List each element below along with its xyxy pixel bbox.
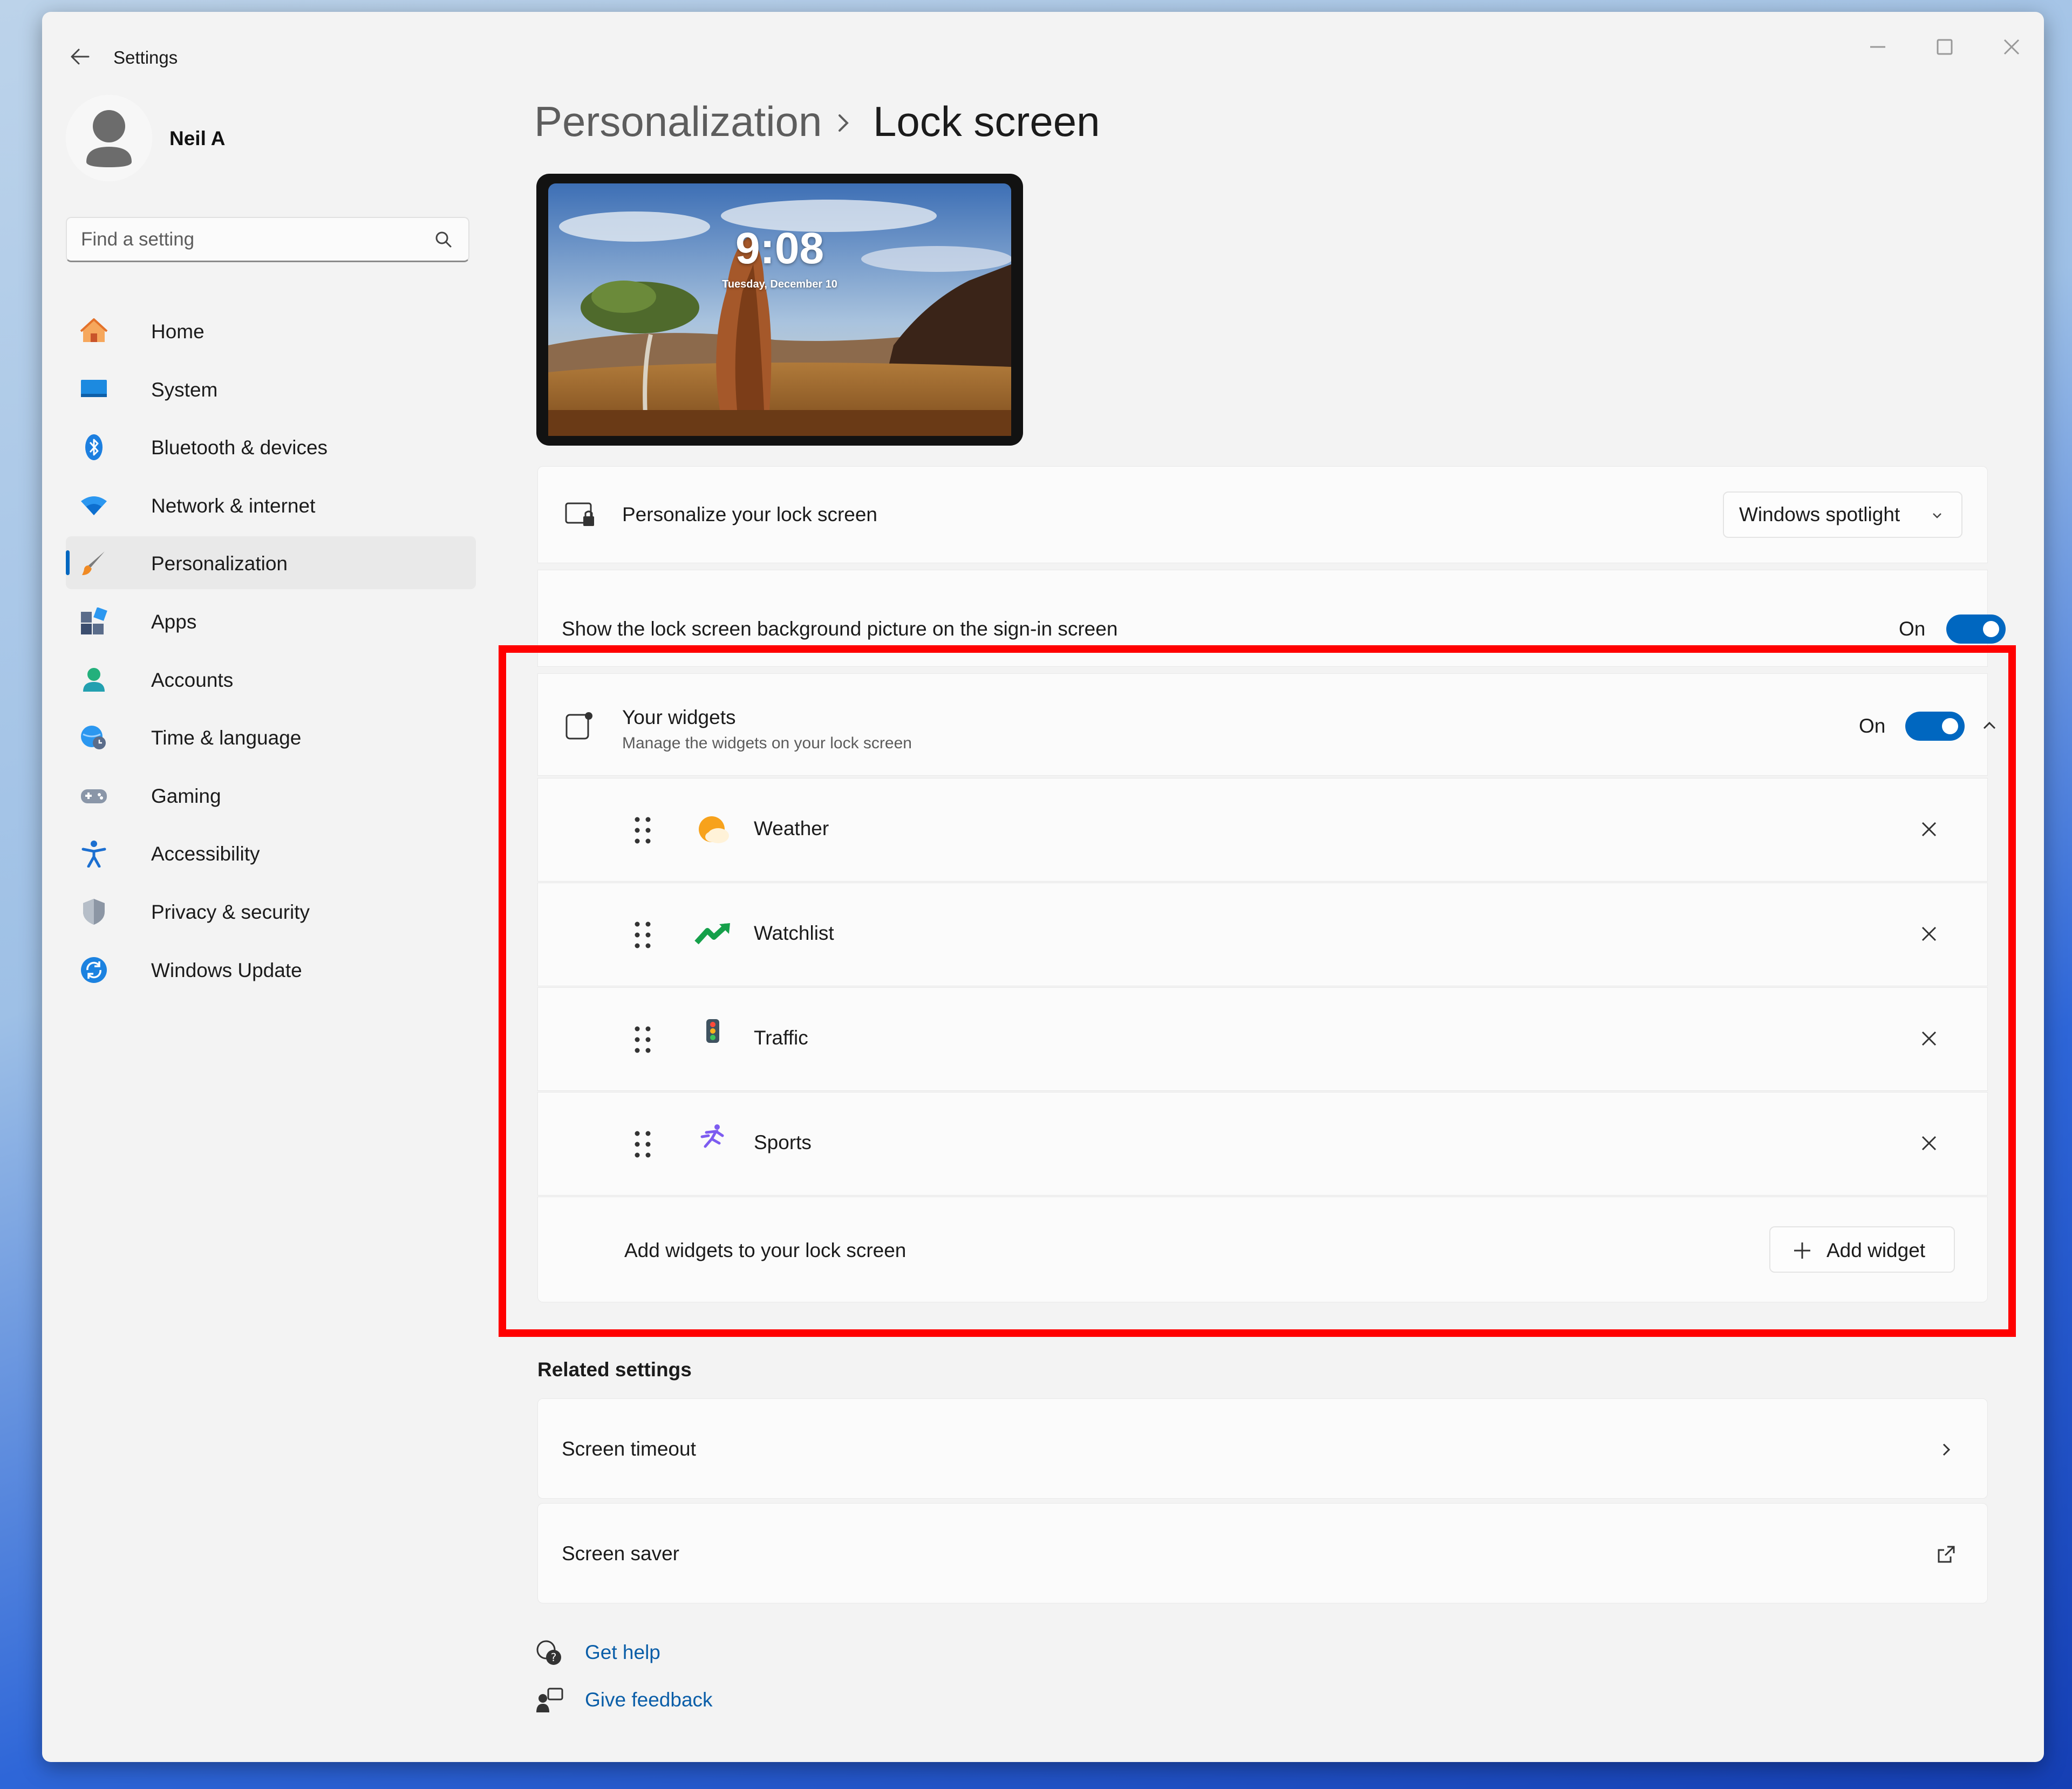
gamepad-icon	[80, 782, 108, 810]
sidebar-item-personalization[interactable]: Personalization	[66, 536, 476, 590]
breadcrumb-parent[interactable]: Personalization	[534, 97, 822, 146]
search-box[interactable]	[66, 217, 469, 262]
signin-background-toggle[interactable]	[1946, 614, 2006, 644]
lock-screen-icon	[565, 501, 597, 529]
personalize-lock-screen-card: Personalize your lock screen Windows spo…	[537, 466, 1988, 563]
sidebar-item-time-language[interactable]: Time & language	[66, 711, 476, 763]
sidebar-item-label: Personalization	[151, 552, 288, 575]
accounts-icon	[80, 666, 108, 694]
preview-image	[548, 183, 1011, 436]
sidebar-item-bluetooth[interactable]: Bluetooth & devices	[66, 420, 476, 473]
shield-icon	[80, 898, 108, 926]
lock-screen-preview: 9:08 Tuesday, December 10	[536, 174, 1023, 446]
external-link-icon	[1935, 1544, 1957, 1565]
give-feedback-link[interactable]: Give feedback	[585, 1689, 713, 1711]
bluetooth-icon	[80, 433, 108, 461]
avatar[interactable]	[66, 95, 152, 181]
close-window-icon[interactable]	[1995, 33, 2028, 60]
get-help-link[interactable]: Get help	[585, 1641, 660, 1664]
system-icon	[80, 375, 108, 404]
sidebar-item-label: Home	[151, 320, 205, 343]
sidebar-item-accounts[interactable]: Accounts	[66, 653, 476, 706]
update-icon	[80, 956, 108, 984]
accessibility-icon	[80, 839, 108, 868]
sidebar-item-label: System	[151, 378, 218, 401]
preview-clock: 9:08	[735, 224, 824, 273]
sidebar-item-label: Time & language	[151, 727, 302, 749]
related-item-screen-saver[interactable]: Screen saver	[537, 1503, 1988, 1603]
related-item-label: Screen timeout	[562, 1438, 696, 1460]
sidebar-item-windows-update[interactable]: Windows Update	[66, 943, 476, 996]
sidebar-item-label: Apps	[151, 610, 197, 633]
search-input[interactable]	[80, 218, 417, 261]
sidebar-item-label: Accessibility	[151, 843, 260, 865]
related-settings-title: Related settings	[537, 1358, 692, 1381]
dropdown-value: Windows spotlight	[1739, 503, 1900, 525]
settings-window: Settings Neil A Home	[42, 12, 2044, 1762]
sidebar-item-label: Gaming	[151, 784, 221, 807]
brush-icon	[80, 549, 108, 577]
sidebar-item-label: Windows Update	[151, 959, 302, 981]
globe-clock-icon	[80, 723, 108, 752]
signin-background-label: Show the lock screen background picture …	[562, 618, 1118, 640]
home-icon	[80, 317, 108, 345]
window-title: Settings	[113, 47, 178, 67]
apps-icon	[80, 607, 108, 636]
sidebar-item-system[interactable]: System	[66, 363, 476, 415]
related-item-label: Screen saver	[562, 1542, 679, 1565]
profile-name: Neil A	[169, 127, 226, 149]
sidebar-nav: Home System Bluetooth & devices Network …	[66, 304, 476, 1001]
sidebar-item-home[interactable]: Home	[66, 304, 476, 357]
personalize-label: Personalize your lock screen	[622, 503, 877, 525]
chevron-down-icon	[1929, 508, 1945, 524]
search-icon[interactable]	[434, 230, 453, 249]
maximize-icon[interactable]	[1928, 33, 1961, 60]
breadcrumb-chevron-icon	[833, 107, 855, 139]
page-title: Lock screen	[873, 98, 1100, 145]
sidebar-item-apps[interactable]: Apps	[66, 595, 476, 647]
sidebar-item-label: Network & internet	[151, 494, 316, 517]
sidebar-item-label: Privacy & security	[151, 900, 310, 923]
give-feedback-icon	[535, 1686, 563, 1715]
sidebar-item-network[interactable]: Network & internet	[66, 479, 476, 531]
minimize-icon[interactable]	[1862, 33, 1894, 60]
toggle-state-label: On	[1899, 618, 1926, 640]
personalize-dropdown[interactable]: Windows spotlight	[1723, 491, 1962, 538]
sidebar-item-accessibility[interactable]: Accessibility	[66, 827, 476, 879]
svg-text:?: ?	[551, 1651, 557, 1664]
back-arrow-icon[interactable]	[64, 43, 96, 70]
wifi-icon	[80, 491, 108, 520]
sidebar-item-label: Bluetooth & devices	[151, 436, 328, 459]
sidebar-item-privacy[interactable]: Privacy & security	[66, 885, 476, 938]
sidebar-item-label: Accounts	[151, 668, 234, 691]
preview-date: Tuesday, December 10	[722, 278, 837, 290]
chevron-right-icon	[1935, 1439, 1957, 1460]
highlight-box	[499, 645, 2016, 1337]
related-item-screen-timeout[interactable]: Screen timeout	[537, 1398, 1988, 1499]
sidebar-item-gaming[interactable]: Gaming	[66, 769, 476, 822]
get-help-icon: ?	[535, 1639, 563, 1667]
